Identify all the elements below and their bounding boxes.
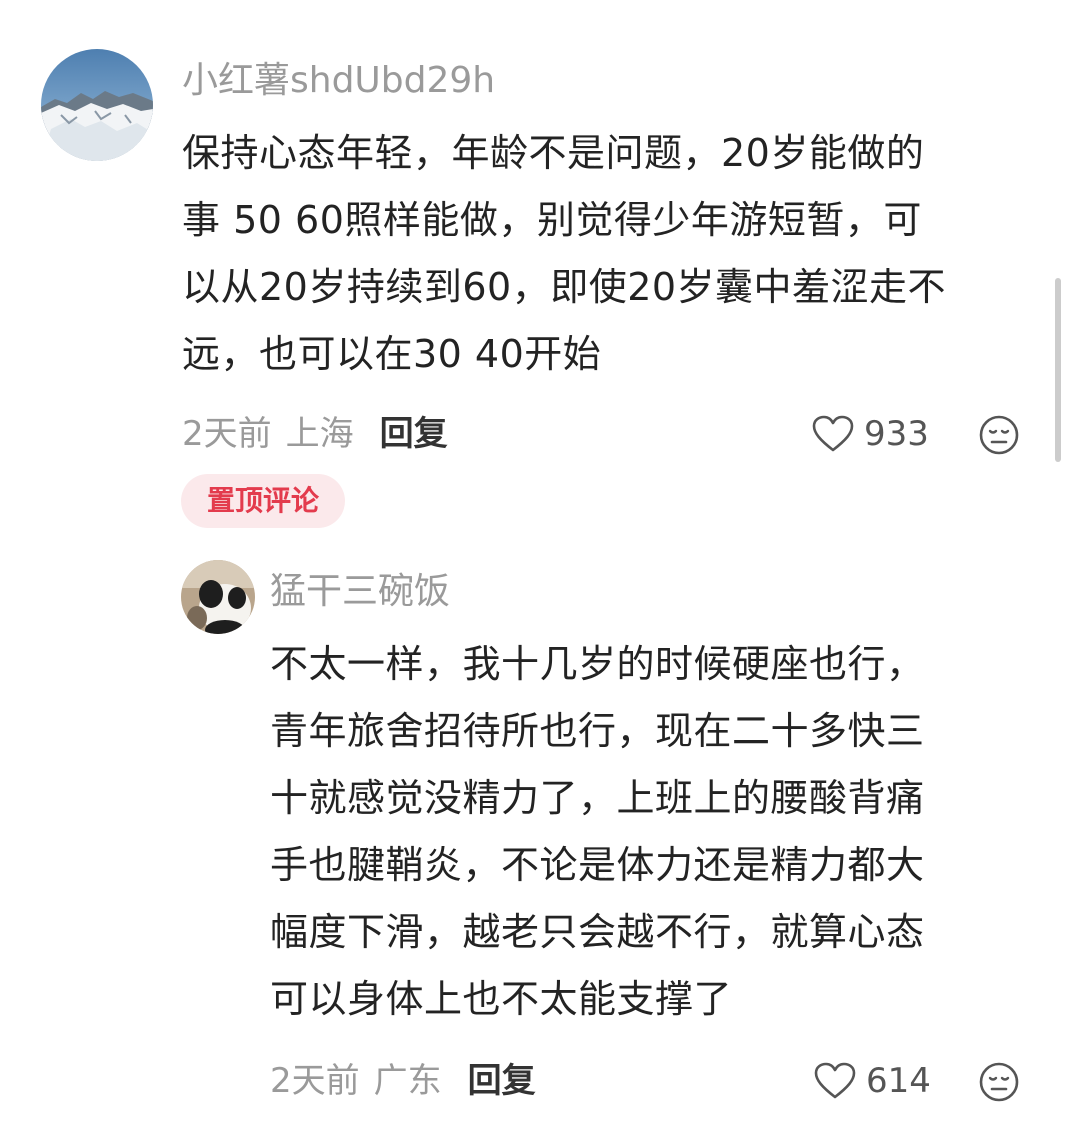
comment-line: 幅度下滑，越老只会越不行，就算心态 <box>270 910 925 954</box>
pinned-comment-badge: 置顶评论 <box>181 474 345 528</box>
comment-line: 青年旅舍招待所也行，现在二十多快三 <box>270 709 925 753</box>
avatar[interactable] <box>41 49 153 161</box>
heart-outline-icon <box>814 1062 856 1099</box>
comment-text: 不太一样，我十几岁的时候硬座也行， 青年旅舍招待所也行，现在二十多快三 十就感觉… <box>270 631 925 1033</box>
comment-line: 十就感觉没精力了，上班上的腰酸背痛 <box>270 776 925 820</box>
neutral-face-icon <box>979 1062 1019 1102</box>
snowy-mountain-avatar <box>41 49 153 161</box>
comment-text: 保持心态年轻，年龄不是问题，20岁能做的 事 50 60照样能做，别觉得少年游短… <box>182 120 946 388</box>
comment-line: 手也腱鞘炎，不论是体力还是精力都大 <box>270 843 925 887</box>
like-button[interactable]: 933 <box>812 414 929 454</box>
neutral-face-icon <box>979 415 1019 455</box>
comment-line: 可以身体上也不太能支撑了 <box>270 977 733 1021</box>
comment-line: 以从20岁持续到60，即使20岁囊中羞涩走不 <box>182 265 947 309</box>
panda-avatar <box>181 560 255 634</box>
reply-button[interactable]: 回复 <box>380 414 448 454</box>
comment-line: 远，也可以在30 40开始 <box>182 332 602 376</box>
reaction-button[interactable] <box>978 414 1020 460</box>
like-count: 933 <box>864 414 929 454</box>
reply-button[interactable]: 回复 <box>468 1061 536 1101</box>
like-count: 614 <box>866 1061 931 1101</box>
comment-meta: 2天前 上海 回复 <box>182 414 448 454</box>
timestamp: 2天前 <box>182 414 272 454</box>
avatar[interactable] <box>181 560 255 634</box>
username[interactable]: 小红薯shdUbd29h <box>182 59 495 103</box>
comment-line: 不太一样，我十几岁的时候硬座也行， <box>270 642 925 686</box>
reaction-button[interactable] <box>978 1061 1020 1107</box>
comment-line: 保持心态年轻，年龄不是问题，20岁能做的 <box>182 131 925 175</box>
location: 广东 <box>373 1061 442 1101</box>
heart-outline-icon <box>812 415 854 452</box>
like-button[interactable]: 614 <box>814 1061 931 1101</box>
location: 上海 <box>285 414 354 454</box>
scrollbar[interactable] <box>1055 278 1061 462</box>
username[interactable]: 猛干三碗饭 <box>270 570 450 614</box>
comment-meta: 2天前 广东 回复 <box>270 1061 536 1101</box>
comment-line: 事 50 60照样能做，别觉得少年游短暂，可 <box>182 198 922 242</box>
timestamp: 2天前 <box>270 1061 360 1101</box>
